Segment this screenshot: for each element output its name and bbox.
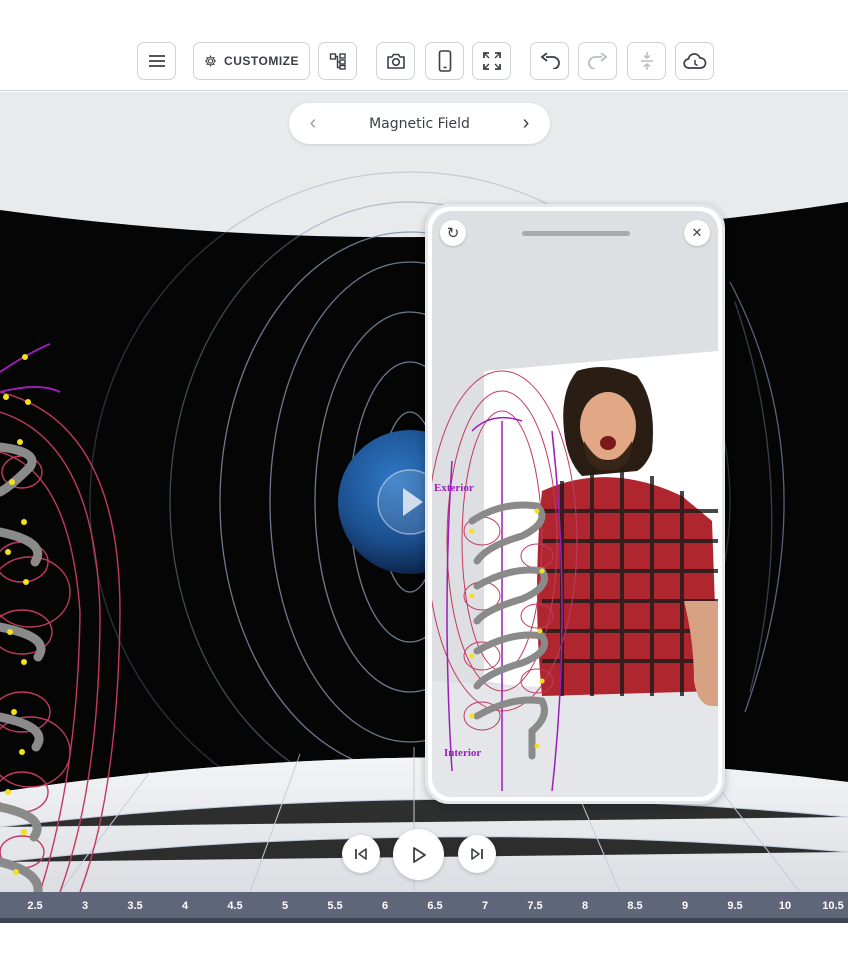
timeline-tick: 6.5 xyxy=(427,900,443,912)
compress-icon xyxy=(640,52,653,70)
timeline-tick: 7 xyxy=(481,900,489,912)
play-icon xyxy=(412,846,426,863)
timeline-ruler[interactable]: 2.5 3 3.5 4 4.5 5 5.5 6 6.5 7 7.5 8 8.5 … xyxy=(0,892,848,923)
next-frame-icon xyxy=(471,848,483,860)
timeline-tick: 4.5 xyxy=(227,900,243,912)
redo-icon xyxy=(587,53,607,69)
scene-viewport[interactable]: ‹ Magnetic Field › Exterior Interior ↻ ✕ xyxy=(0,92,848,892)
label-interior: Interior xyxy=(444,747,481,759)
compress-button[interactable] xyxy=(627,42,666,80)
cloud-icon xyxy=(682,53,706,69)
fullscreen-icon xyxy=(482,52,501,70)
camera-icon xyxy=(386,53,405,69)
menu-button[interactable] xyxy=(137,42,176,80)
timeline-tick: 6 xyxy=(381,900,389,912)
timeline-tick: 3.5 xyxy=(127,900,143,912)
section-title: Magnetic Field xyxy=(369,115,470,132)
nav-next-button[interactable]: › xyxy=(516,112,536,135)
preview-floor xyxy=(432,681,718,797)
timeline-tick: 2.5 xyxy=(27,900,43,912)
play-button[interactable] xyxy=(393,829,444,880)
label-exterior: Exterior xyxy=(434,482,474,494)
customize-label: CUSTOMIZE xyxy=(224,54,299,68)
top-toolbar: CUSTOMIZE xyxy=(0,0,848,91)
timeline-tick: 7.5 xyxy=(527,900,543,912)
fullscreen-button[interactable] xyxy=(472,42,511,80)
timeline-tick: 5.5 xyxy=(327,900,343,912)
mobile-preview-scene: Exterior Interior xyxy=(432,351,718,797)
app-root: CUSTOMIZE ‹ Magnetic Field › Exterior In… xyxy=(0,0,848,960)
redo-button[interactable] xyxy=(578,42,617,80)
timeline-tick: 3 xyxy=(81,900,89,912)
gear-icon xyxy=(204,55,217,67)
timeline-tick: 5 xyxy=(281,900,289,912)
hierarchy-icon xyxy=(329,53,346,70)
customize-button[interactable]: CUSTOMIZE xyxy=(193,42,310,80)
preview-refresh-button[interactable]: ↻ xyxy=(440,220,466,246)
preview-drag-handle[interactable] xyxy=(522,231,630,236)
timeline-tick: 4 xyxy=(181,900,189,912)
phone-icon xyxy=(438,50,451,72)
mobile-preview-button[interactable] xyxy=(425,42,464,80)
undo-icon xyxy=(540,53,560,69)
timeline-tick: 8.5 xyxy=(627,900,643,912)
prev-frame-icon xyxy=(355,848,367,860)
hierarchy-button[interactable] xyxy=(318,42,357,80)
nav-prev-button[interactable]: ‹ xyxy=(303,112,323,135)
next-frame-button[interactable] xyxy=(458,835,496,873)
undo-button[interactable] xyxy=(530,42,569,80)
timeline-tick: 10 xyxy=(778,900,792,912)
timeline-tick: 8 xyxy=(581,900,589,912)
timeline-tick: 10.5 xyxy=(822,900,844,912)
section-navigator: ‹ Magnetic Field › xyxy=(289,103,550,144)
mobile-preview-frame[interactable]: Exterior Interior ↻ ✕ xyxy=(425,204,725,804)
timeline-tick: 9.5 xyxy=(727,900,743,912)
prev-frame-button[interactable] xyxy=(342,835,380,873)
refresh-icon: ↻ xyxy=(446,224,460,242)
mobile-preview-screen: Exterior Interior ↻ ✕ xyxy=(432,211,718,797)
timeline-tick: 9 xyxy=(681,900,689,912)
screenshot-button[interactable] xyxy=(376,42,415,80)
preview-close-button[interactable]: ✕ xyxy=(684,220,710,246)
cloud-save-button[interactable] xyxy=(675,42,714,80)
close-icon: ✕ xyxy=(691,225,703,241)
menu-icon xyxy=(148,55,165,67)
